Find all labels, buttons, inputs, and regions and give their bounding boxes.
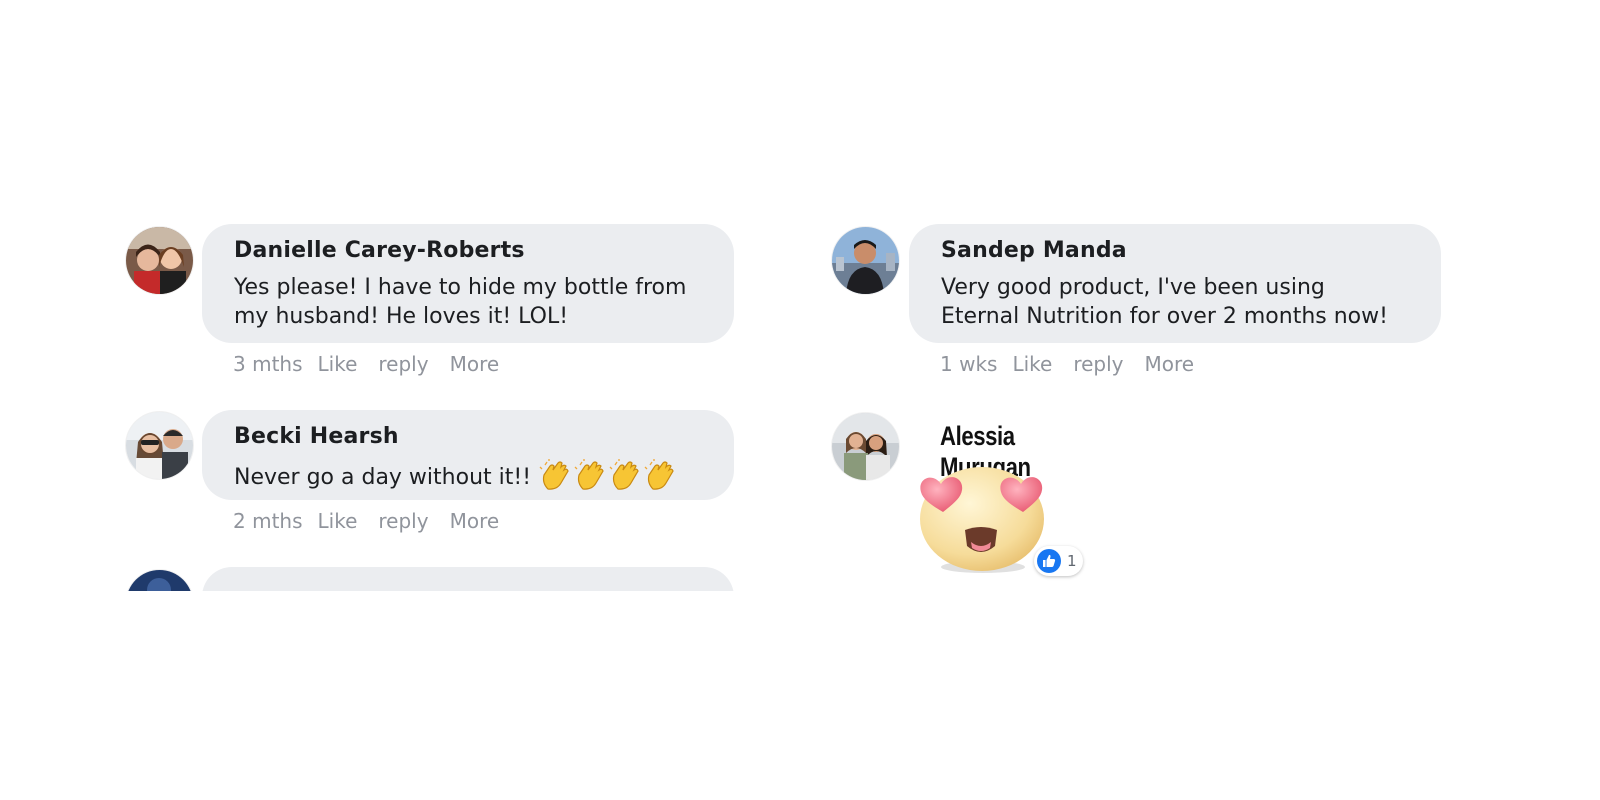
avatar-sandep[interactable] — [832, 227, 899, 294]
comment-author[interactable]: Danielle Carey-Roberts — [234, 237, 702, 265]
reply-link[interactable]: reply — [378, 352, 428, 376]
heart-eyes-emoji-icon — [920, 467, 1044, 573]
clapping-hands-icon — [609, 459, 639, 490]
like-link[interactable]: Like — [318, 352, 358, 376]
avatar-photo-icon — [126, 227, 193, 294]
avatar-partial[interactable] — [126, 570, 193, 591]
reply-link[interactable]: reply — [1073, 352, 1123, 376]
reaction-count: 1 — [1067, 552, 1077, 570]
reaction-badge[interactable]: 1 — [1034, 546, 1083, 576]
comment-text: Never go a day without it!! — [234, 459, 702, 493]
comment-actions: 1 wks Like reply More — [940, 352, 1209, 376]
avatar-photo-icon — [832, 227, 899, 294]
like-link[interactable]: Like — [318, 509, 358, 533]
avatar-photo-icon — [126, 412, 193, 479]
comment-text: Yes please! I have to hide my bottle fro… — [234, 273, 702, 331]
like-link[interactable]: Like — [1012, 352, 1052, 376]
comment-text-line: Yes please! I have to hide my bottle fro… — [234, 275, 687, 300]
avatar-danielle[interactable] — [126, 227, 193, 294]
clapping-hands-icon — [574, 459, 604, 490]
comment-text-line: Very good product, I've been using — [941, 275, 1325, 300]
comment-timestamp[interactable]: 3 mths — [233, 352, 303, 376]
avatar-photo-icon — [126, 570, 193, 591]
comment-bubble — [202, 567, 734, 591]
comment-text-line: Never go a day without it!! — [234, 465, 532, 490]
avatar-alessia[interactable] — [832, 413, 899, 480]
more-link[interactable]: More — [1145, 352, 1195, 376]
avatar-photo-icon — [832, 413, 899, 480]
comment-timestamp[interactable]: 2 mths — [233, 509, 303, 533]
comment-text-line: my husband! He loves it! LOL! — [234, 304, 569, 329]
clapping-hands-icon — [539, 459, 569, 490]
comment-actions: 2 mths Like reply More — [233, 509, 514, 533]
more-link[interactable]: More — [450, 509, 500, 533]
clapping-hands-icon — [644, 459, 674, 490]
like-thumbs-up-icon — [1037, 549, 1061, 573]
reply-link[interactable]: reply — [378, 509, 428, 533]
comment-text-line: Eternal Nutrition for over 2 months now! — [941, 304, 1388, 329]
comment-timestamp[interactable]: 1 wks — [940, 352, 997, 376]
heart-eyes-sticker — [913, 464, 1053, 576]
comment-author[interactable]: Sandep Manda — [941, 237, 1409, 265]
comment-actions: 3 mths Like reply More — [233, 352, 514, 376]
comment-bubble: Sandep Manda Very good product, I've bee… — [909, 224, 1441, 343]
avatar-becki[interactable] — [126, 412, 193, 479]
more-link[interactable]: More — [450, 352, 500, 376]
comment-bubble: Becki Hearsh Never go a day without it!! — [202, 410, 734, 500]
comment-bubble: Danielle Carey-Roberts Yes please! I hav… — [202, 224, 734, 343]
comment-text: Very good product, I've been using Etern… — [941, 273, 1409, 331]
comment-author[interactable]: Becki Hearsh — [234, 423, 702, 451]
comments-panel: Danielle Carey-Roberts Yes please! I hav… — [0, 200, 1600, 591]
